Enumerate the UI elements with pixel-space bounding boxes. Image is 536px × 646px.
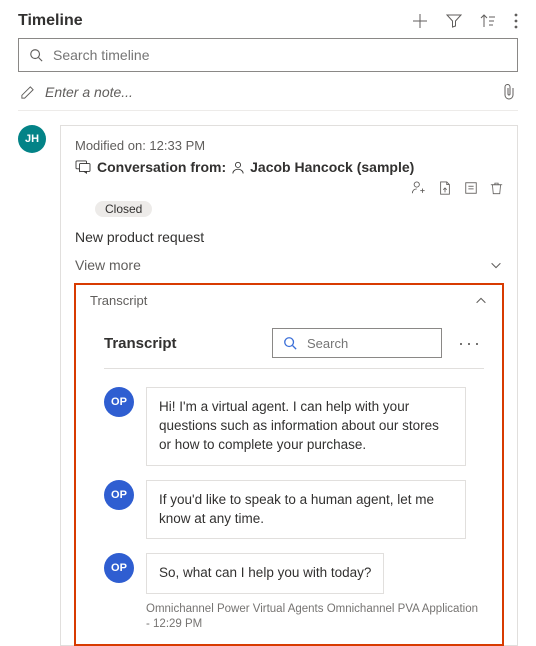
chevron-up-icon[interactable] <box>474 294 488 308</box>
person-icon <box>232 161 244 174</box>
filter-icon[interactable] <box>446 13 462 29</box>
message-row: OP If you'd like to speak to a human age… <box>104 480 484 540</box>
transcript-section: Transcript Transcript ·· <box>74 283 504 646</box>
more-icon[interactable] <box>514 13 518 29</box>
status-badge: Closed <box>95 201 152 217</box>
export-icon[interactable] <box>438 181 452 195</box>
message-row: OP Hi! I'm a virtual agent. I can help w… <box>104 387 484 466</box>
message-bubble: Hi! I'm a virtual agent. I can help with… <box>146 387 466 466</box>
view-more-link[interactable]: View more <box>75 257 141 273</box>
assign-icon[interactable] <box>411 181 426 195</box>
pencil-icon <box>20 85 35 100</box>
message-bubble: So, what can I help you with today? <box>146 553 384 594</box>
note-placeholder: Enter a note... <box>45 84 492 100</box>
message-bubble: If you'd like to speak to a human agent,… <box>146 480 466 540</box>
avatar: JH <box>18 125 46 153</box>
transcript-header[interactable]: Transcript <box>76 285 502 316</box>
message-avatar: OP <box>104 480 134 510</box>
transcript-toolbar-label: Transcript <box>104 335 258 352</box>
note-icon[interactable] <box>464 181 478 195</box>
timeline-actions <box>412 13 518 29</box>
modified-label: Modified on: 12:33 PM <box>75 138 503 153</box>
message-avatar: OP <box>104 387 134 417</box>
sort-icon[interactable] <box>480 13 496 29</box>
chevron-down-icon[interactable] <box>489 258 503 272</box>
attachment-icon[interactable] <box>502 84 516 100</box>
note-row[interactable]: Enter a note... <box>18 72 518 111</box>
conv-prefix: Conversation from: <box>97 159 226 175</box>
transcript-toolbar: Transcript ··· <box>104 316 484 369</box>
activity-card: Modified on: 12:33 PM Conversation from:… <box>60 125 518 646</box>
card-subject: New product request <box>75 229 503 245</box>
card-actions <box>411 181 503 195</box>
chat-icon <box>75 160 91 174</box>
search-icon <box>29 48 43 62</box>
search-icon <box>283 336 297 350</box>
message-avatar: OP <box>104 553 134 583</box>
add-icon[interactable] <box>412 13 428 29</box>
timeline-search-input[interactable] <box>51 46 507 64</box>
timeline-body: JH Modified on: 12:33 PM Conversation fr… <box>18 111 518 646</box>
transcript-search-input[interactable] <box>305 335 431 352</box>
message-row: OP So, what can I help you with today? <box>104 553 484 594</box>
conversation-line: Conversation from: Jacob Hancock (sample… <box>75 159 503 195</box>
delete-icon[interactable] <box>490 181 503 195</box>
message-meta: Omnichannel Power Virtual Agents Omnicha… <box>146 602 484 632</box>
conv-name: Jacob Hancock (sample) <box>250 159 414 175</box>
timeline-title: Timeline <box>18 12 83 30</box>
transcript-more-icon[interactable]: ··· <box>456 334 484 352</box>
transcript-section-label: Transcript <box>90 293 147 308</box>
transcript-search[interactable] <box>272 328 442 358</box>
timeline-search[interactable] <box>18 38 518 72</box>
timeline-header: Timeline <box>18 12 518 30</box>
